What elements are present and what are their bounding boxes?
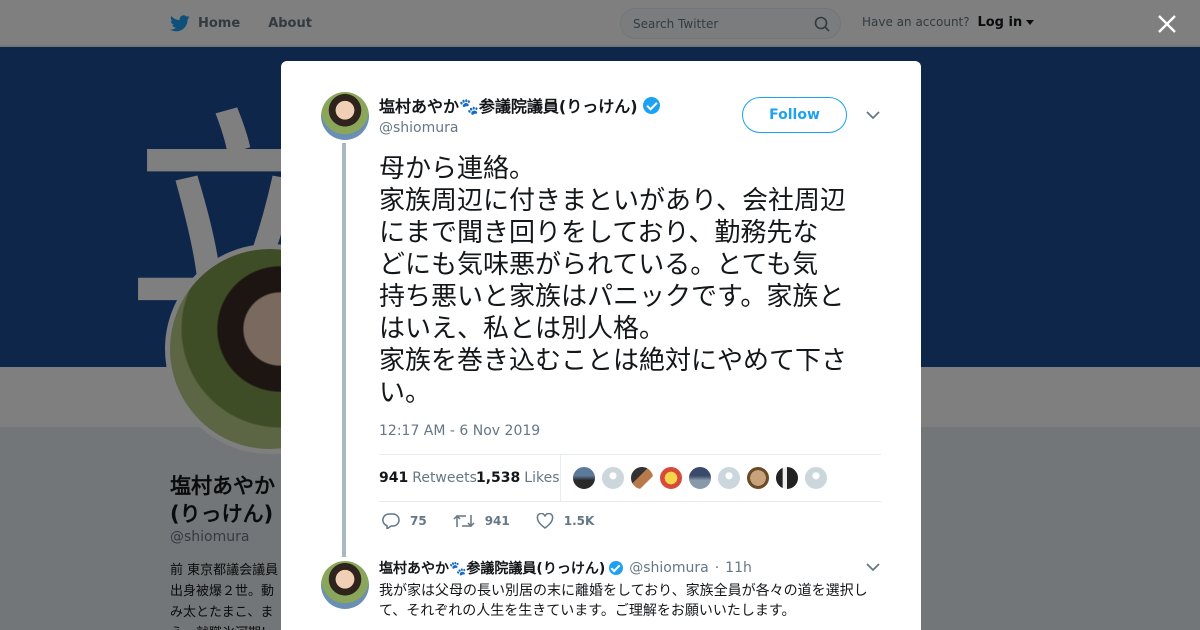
reply-count: 75 [410,514,427,528]
tweet-permalink-modal: 塩村あやか🐾参議院議員(りっけん) @shiomura Follow 母から連絡… [281,61,921,630]
author-handle[interactable]: @shiomura [379,120,458,136]
reply-button[interactable]: 75 [382,513,427,529]
reply-header: 塩村あやか🐾参議院議員(りっけん) @shiomura · 11h [379,558,752,578]
heart-icon [536,513,554,529]
tweet-text-line: 母から連絡。 [379,154,536,184]
verified-badge-icon [609,561,624,575]
liker-avatar[interactable] [659,466,683,490]
retweet-button[interactable]: 941 [453,513,510,529]
thread-line [342,143,346,557]
retweets-count: 941 [379,470,409,486]
retweets-stat[interactable]: 941 Retweets [379,470,477,486]
liker-avatar[interactable] [746,466,770,490]
liker-avatar[interactable] [804,466,828,490]
retweet-icon [453,514,475,528]
tweet-stats: 941 Retweets 1,538 Likes [379,454,881,502]
tweet-text-line: い。 [379,378,432,408]
verified-badge-icon [642,96,660,114]
liker-avatar[interactable] [688,466,712,490]
like-count: 1.5K [563,514,595,528]
author-name-row[interactable]: 塩村あやか🐾参議院議員(りっけん) [379,93,660,117]
likes-stat[interactable]: 1,538 Likes [476,470,560,486]
tweet-text-line: にまで聞き回りをしており、勤務先な [379,218,819,248]
reply-chevron-down-icon[interactable] [866,563,880,572]
tweet-text-line: 家族周辺に付きまといがあり、会社周辺 [379,186,846,216]
author-name[interactable]: 塩村あやか🐾参議院議員(りっけん) [379,93,638,117]
liker-avatars [572,466,833,490]
tweet-text-line: はいえ、私とは別人格。 [379,314,666,344]
reply-icon [382,513,400,529]
reply-time[interactable]: 11h [725,560,752,576]
follow-button[interactable]: Follow [742,97,847,133]
tweet-text-line: 家族を巻き込むことは絶対にやめて下さ [379,346,848,376]
close-icon[interactable] [1155,12,1179,36]
reply-author-handle[interactable]: @shiomura [629,560,708,576]
retweet-count: 941 [484,514,510,528]
tweet-text: 母から連絡。 家族周辺に付きまといがあり、会社周辺 にまで聞き回りをしており、勤… [379,153,889,409]
like-button[interactable]: 1.5K [536,513,595,529]
reply-separator: · [714,560,720,576]
reply-author-name[interactable]: 塩村あやか🐾参議院議員(りっけん) [379,558,605,578]
chevron-down-icon[interactable] [866,111,880,120]
reply-author-avatar[interactable] [321,561,369,609]
likes-label: Likes [524,470,560,486]
liker-avatar[interactable] [717,466,741,490]
reply-text: 我が家は父母の長い別居の末に離婚をしており、家族全員が各々の道を選択して、それぞ… [379,583,868,619]
likes-count: 1,538 [476,470,521,486]
tweet-timestamp[interactable]: 12:17 AM - 6 Nov 2019 [379,423,540,439]
tweet-text-line: どにも気味悪がられている。とても気 [379,250,819,280]
tweet-text-line: 持ち悪いと家族はパニックです。家族と [379,282,845,312]
tweet-actions: 75 941 1.5K [382,513,620,529]
liker-avatar[interactable] [775,466,799,490]
stats-divider [560,455,561,502]
liker-avatar[interactable] [630,466,654,490]
liker-avatar[interactable] [572,466,596,490]
author-avatar[interactable] [321,92,369,140]
liker-avatar[interactable] [601,466,625,490]
retweets-label: Retweets [412,470,477,486]
